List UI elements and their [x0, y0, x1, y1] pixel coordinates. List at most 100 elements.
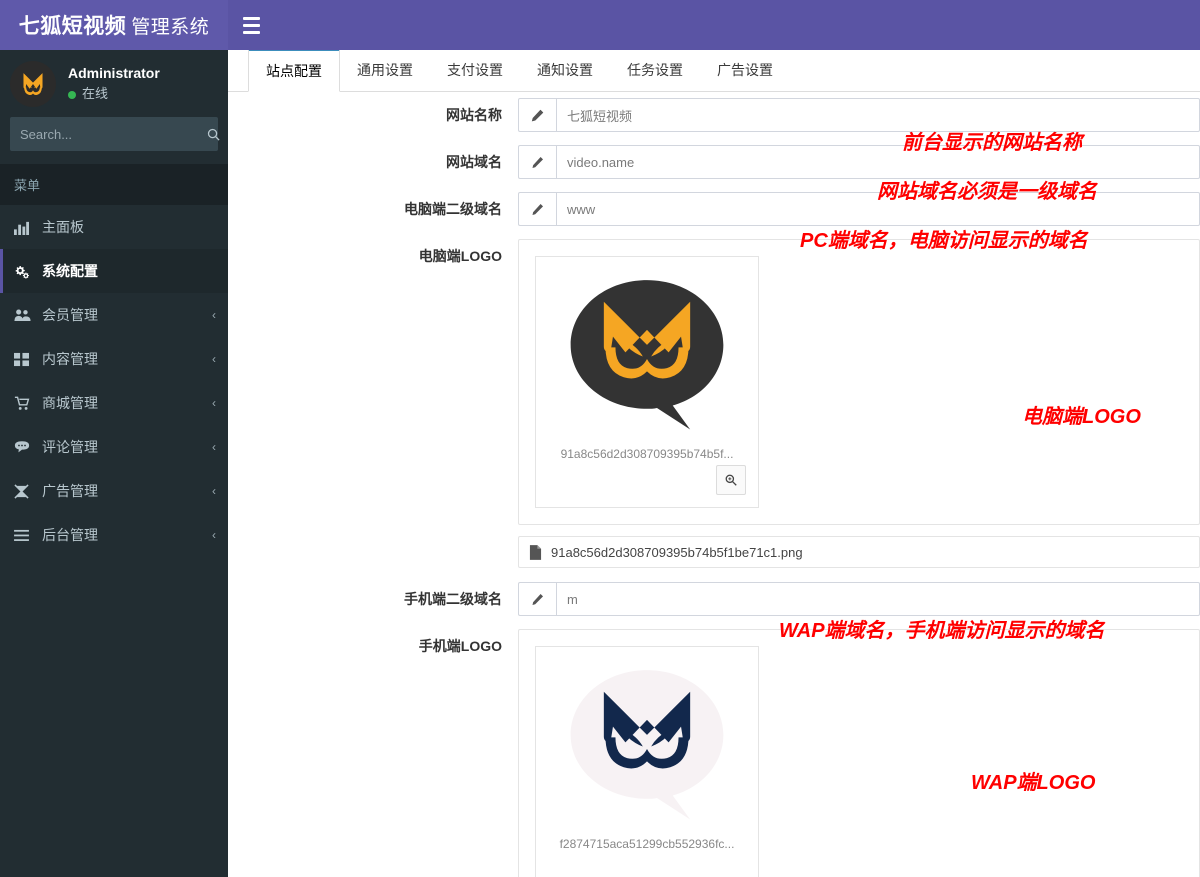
input-group-pc-subdomain — [518, 192, 1200, 226]
pc-logo-thumbnail-card[interactable]: 91a8c56d2d308709395b74b5f... — [535, 256, 759, 508]
sidebar-item-label: 内容管理 — [42, 351, 98, 367]
sidebar-item-label: 会员管理 — [42, 307, 98, 323]
comment-icon — [14, 440, 36, 454]
form-row-mobile-subdomain: 手机端二级域名 — [228, 582, 1200, 616]
fox-speech-bubble-logo-icon — [570, 670, 724, 820]
brand-name-light: 管理系统 — [131, 16, 210, 38]
label-mobile-logo: 手机端LOGO — [418, 638, 502, 654]
file-icon — [529, 544, 542, 560]
pencil-icon — [518, 192, 556, 226]
site-name-input[interactable] — [556, 98, 1200, 132]
sidebar-item-label: 后台管理 — [42, 527, 98, 543]
grid-icon — [14, 352, 36, 367]
sidebar-item-system-config[interactable]: 系统配置 — [0, 249, 228, 293]
sidebar-item-label: 主面板 — [42, 219, 84, 235]
form-row-site-domain: 网站域名 — [228, 145, 1200, 179]
settings-tabs: 站点配置 通用设置 支付设置 通知设置 任务设置 广告设置 — [228, 50, 1200, 92]
hamburger-bar — [242, 16, 260, 20]
label-pc-subdomain: 电脑端二级域名 — [404, 201, 502, 217]
brand-logo[interactable]: 七狐短视频 管理系统 — [0, 0, 228, 50]
hamburger-bar — [242, 30, 260, 34]
control-site-name — [518, 98, 1200, 132]
user-name: Administrator — [68, 64, 160, 81]
user-info: Administrator 在线 — [68, 63, 160, 104]
form-row-pc-logo: 电脑端LOGO 91a8c56d2d308709395b74b5f... 91a… — [228, 239, 1200, 568]
sidebar-item-arrow: ‹ — [212, 528, 216, 542]
brand-name-strong: 七狐短视频 — [18, 15, 127, 38]
user-status-label: 在线 — [82, 86, 109, 102]
sidebar-item-comments[interactable]: 评论管理 ‹ — [0, 425, 228, 469]
search-input[interactable] — [10, 126, 206, 142]
main-content: 站点配置 通用设置 支付设置 通知设置 任务设置 广告设置 网站名称 七狐短视频… — [228, 50, 1200, 877]
online-dot-icon — [68, 90, 76, 99]
cart-icon — [14, 396, 36, 411]
navbar-body — [228, 0, 1200, 50]
sidebar-item-label: 商城管理 — [42, 395, 98, 411]
top-navbar: 七狐短视频 管理系统 — [0, 0, 1200, 50]
input-group-site-domain — [518, 145, 1200, 179]
pc-logo-image — [557, 269, 737, 439]
bullhorn-icon — [14, 483, 36, 499]
pencil-icon — [518, 582, 556, 616]
search-icon — [207, 128, 220, 141]
sidebar-item-members[interactable]: 会员管理 ‹ — [0, 293, 228, 337]
tab-ad-settings[interactable]: 广告设置 — [700, 50, 790, 91]
fox-speech-bubble-logo-icon — [570, 280, 724, 430]
mobile-subdomain-input[interactable] — [556, 582, 1200, 616]
site-domain-input[interactable] — [556, 145, 1200, 179]
sidebar-menu-header: 菜单 — [0, 164, 228, 205]
sidebar-item-content[interactable]: 内容管理 ‹ — [0, 337, 228, 381]
form-row-site-name: 网站名称 — [228, 98, 1200, 132]
tab-general-settings[interactable]: 通用设置 — [340, 50, 430, 91]
form-row-mobile-logo: 手机端LOGO f2874715aca51299cb552936fc... — [228, 629, 1200, 877]
search-button[interactable] — [206, 117, 221, 151]
pc-subdomain-input[interactable] — [556, 192, 1200, 226]
pc-logo-file-row[interactable]: 91a8c56d2d308709395b74b5f1be71c1.png — [518, 536, 1200, 568]
sidebar-item-label: 评论管理 — [42, 439, 98, 455]
mobile-logo-image — [557, 659, 737, 829]
tab-notification-settings[interactable]: 通知设置 — [520, 50, 610, 91]
control-pc-subdomain — [518, 192, 1200, 226]
sidebar: Administrator 在线 菜单 主面板 — [0, 50, 228, 877]
sidebar-toggle-icon[interactable] — [228, 0, 274, 50]
sidebar-item-shop[interactable]: 商城管理 ‹ — [0, 381, 228, 425]
tab-site-config[interactable]: 站点配置 — [248, 50, 340, 92]
form-row-pc-subdomain: 电脑端二级域名 — [228, 192, 1200, 226]
input-group-site-name — [518, 98, 1200, 132]
sidebar-item-arrow: ‹ — [212, 440, 216, 454]
input-group-mobile-subdomain — [518, 582, 1200, 616]
sidebar-search[interactable] — [10, 117, 221, 151]
label-site-domain: 网站域名 — [446, 154, 502, 170]
sidebar-item-ads[interactable]: 广告管理 ‹ — [0, 469, 228, 513]
sidebar-item-label: 广告管理 — [42, 483, 98, 499]
sidebar-item-label: 系统配置 — [42, 263, 98, 279]
control-mobile-logo: f2874715aca51299cb552936fc... — [518, 629, 1200, 877]
bars-icon — [14, 529, 36, 542]
avatar[interactable] — [10, 60, 56, 107]
sidebar-item-backend[interactable]: 后台管理 ‹ — [0, 513, 228, 557]
sidebar-item-arrow: ‹ — [212, 308, 216, 322]
mobile-logo-caption: f2874715aca51299cb552936fc... — [559, 837, 735, 851]
pc-logo-zoom-button[interactable] — [716, 465, 746, 495]
chart-bar-icon — [14, 220, 36, 235]
mobile-logo-thumbnail-card[interactable]: f2874715aca51299cb552936fc... — [535, 646, 759, 877]
sidebar-item-dashboard[interactable]: 主面板 — [0, 205, 228, 249]
sidebar-item-arrow: ‹ — [212, 484, 216, 498]
mobile-logo-upload-box[interactable]: f2874715aca51299cb552936fc... — [518, 629, 1200, 877]
fox-logo-icon — [23, 72, 43, 95]
gears-icon — [14, 264, 36, 279]
pencil-icon — [518, 145, 556, 179]
pc-logo-upload-box[interactable]: 91a8c56d2d308709395b74b5f... — [518, 239, 1200, 525]
control-site-domain — [518, 145, 1200, 179]
tab-payment-settings[interactable]: 支付设置 — [430, 50, 520, 91]
pc-logo-file-name: 91a8c56d2d308709395b74b5f1be71c1.png — [551, 544, 803, 560]
users-icon — [14, 308, 36, 322]
label-mobile-subdomain: 手机端二级域名 — [404, 591, 502, 607]
magnifier-plus-icon — [725, 474, 737, 486]
sidebar-item-arrow: ‹ — [212, 352, 216, 366]
sidebar-item-arrow: ‹ — [212, 396, 216, 410]
tab-task-settings[interactable]: 任务设置 — [610, 50, 700, 91]
pc-logo-caption: 91a8c56d2d308709395b74b5f... — [560, 447, 734, 461]
site-config-form: 网站名称 网站域名 — [228, 92, 1200, 877]
app-root: 七狐短视频 管理系统 Administrator 在线 Search... 菜单… — [0, 0, 1200, 877]
